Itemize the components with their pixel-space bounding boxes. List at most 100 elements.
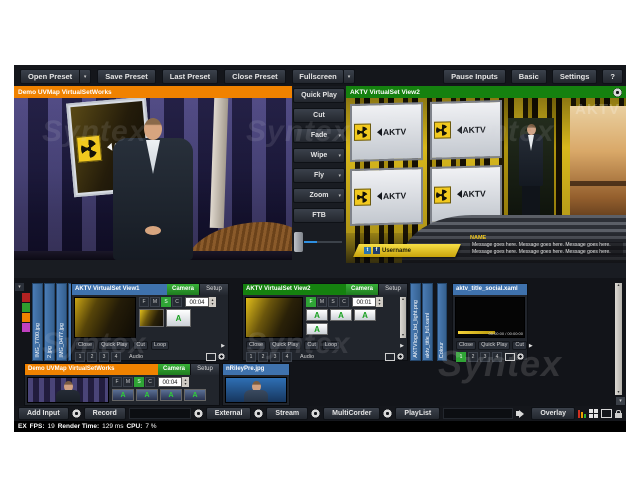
collapsed-input[interactable]: aktv_title_full.xaml xyxy=(422,283,433,361)
input-preview-thumbnail[interactable] xyxy=(74,297,136,338)
help-button[interactable]: ? xyxy=(602,69,623,84)
fullscreen-dropdown-icon[interactable]: ▾ xyxy=(344,69,355,84)
position-field[interactable]: 00:04 ▴▾ xyxy=(158,377,189,387)
basic-button[interactable]: Basic xyxy=(511,69,547,84)
overlay-2-button[interactable]: 2 xyxy=(258,352,268,362)
f-button[interactable]: F xyxy=(112,377,122,387)
last-preset-button[interactable]: Last Preset xyxy=(162,69,218,84)
multiview-grid-icon[interactable] xyxy=(589,409,598,418)
speaker-icon[interactable] xyxy=(516,410,528,418)
record-gear-icon[interactable] xyxy=(194,409,203,418)
expand-arrow-icon[interactable]: ▶ xyxy=(529,343,533,349)
m-button[interactable]: M xyxy=(123,377,133,387)
set-slot-thumbnail[interactable]: A xyxy=(306,309,328,321)
set-slot-thumbnail[interactable]: A xyxy=(166,309,191,327)
set-slot-thumbnail[interactable]: A xyxy=(354,309,376,321)
overlay-1-button[interactable]: 1 xyxy=(75,352,85,362)
ftb-button[interactable]: FTB xyxy=(293,208,345,223)
input-preview-thumbnail[interactable] xyxy=(245,297,303,338)
collapsed-input[interactable]: IMG_0477.jpg xyxy=(56,283,67,361)
input-title[interactable]: AKTV VirtualSet View2 xyxy=(243,284,346,295)
preview-title-bar[interactable]: Demo UVMap VirtualSetWorks xyxy=(14,86,292,98)
fullscreen-button[interactable]: Fullscreen xyxy=(292,69,344,84)
swatch-green[interactable] xyxy=(22,303,30,312)
cut-button[interactable]: Cut xyxy=(133,341,148,350)
cut-button[interactable]: Cut xyxy=(304,341,319,350)
fullscreen-monitor-icon[interactable] xyxy=(206,353,216,361)
record-button[interactable]: Record xyxy=(84,407,126,420)
overlay-3-button[interactable]: 3 xyxy=(99,352,109,362)
stream-gear-icon[interactable] xyxy=(311,409,320,418)
set-slot-thumbnail[interactable]: A xyxy=(330,309,352,321)
pause-inputs-button[interactable]: Pause Inputs xyxy=(443,69,506,84)
cut-button[interactable]: Cut xyxy=(293,108,345,123)
collapsed-input[interactable]: IMG_7700.jpg xyxy=(32,283,43,361)
quick-play-button[interactable]: Quick Play xyxy=(293,88,345,103)
overlay-1-button[interactable]: 1 xyxy=(246,352,256,362)
zoom-button[interactable]: Zoom▾ xyxy=(293,188,345,203)
multicorder-button[interactable]: MultiCorder xyxy=(323,407,380,420)
close-preset-button[interactable]: Close Preset xyxy=(224,69,285,84)
program-settings-gear-icon[interactable] xyxy=(613,88,622,97)
position-spinner[interactable]: ▴▾ xyxy=(182,377,189,387)
input-title[interactable]: nRileyPre.jpg xyxy=(223,364,289,375)
input-title[interactable]: Demo UVMap VirtualSetWorks xyxy=(25,364,158,375)
setup-button[interactable]: Setup xyxy=(199,284,228,295)
audio-button[interactable]: Audio xyxy=(129,354,143,360)
f-button-active[interactable]: F xyxy=(306,297,316,307)
overlay-1-button-active[interactable]: 1 xyxy=(456,352,466,362)
set-slot-thumbnail[interactable] xyxy=(139,309,164,327)
collapsed-input[interactable]: AKTVlogo_bd_light.png xyxy=(410,283,421,361)
loop-button[interactable]: Loop xyxy=(322,341,340,350)
fullscreen-monitor-icon[interactable] xyxy=(385,353,395,361)
input-preview-thumbnail[interactable]: 00:00:00 / 00:00:00 xyxy=(455,297,525,338)
input-preview-thumbnail[interactable] xyxy=(27,377,109,403)
m-button[interactable]: M xyxy=(317,297,327,307)
audio-button[interactable]: Audio xyxy=(300,354,314,360)
set-slot-thumbnail[interactable]: A xyxy=(112,389,134,401)
wipe-button[interactable]: Wipe▾ xyxy=(293,148,345,163)
settings-button[interactable]: Settings xyxy=(552,69,598,84)
camera-button[interactable]: Camera xyxy=(167,284,199,295)
overlay-4-button[interactable]: 4 xyxy=(282,352,292,362)
quick-play-button[interactable]: Quick Play xyxy=(478,341,510,350)
quick-play-button[interactable]: Quick Play xyxy=(98,341,130,350)
close-button[interactable]: Close xyxy=(246,341,266,350)
fullscreen-output-icon[interactable] xyxy=(601,409,612,418)
fade-dropdown-icon[interactable]: ▾ xyxy=(338,133,341,139)
quick-play-button[interactable]: Quick Play xyxy=(269,341,301,350)
c-button[interactable]: C xyxy=(172,297,182,307)
add-input-gear-icon[interactable] xyxy=(72,409,81,418)
s-button-active[interactable]: S xyxy=(161,297,171,307)
audio-mute-icon[interactable] xyxy=(218,353,225,360)
zoom-dropdown-icon[interactable]: ▾ xyxy=(338,193,341,199)
position-field[interactable]: 00:01 ▴▾ xyxy=(352,297,383,307)
expand-arrow-icon[interactable]: ▶ xyxy=(400,343,404,349)
overlay-3-button[interactable]: 3 xyxy=(270,352,280,362)
setup-button[interactable]: Setup xyxy=(378,284,407,295)
camera-button[interactable]: Camera xyxy=(158,364,190,375)
swatch-orange[interactable] xyxy=(22,313,30,322)
overlay-2-button[interactable]: 2 xyxy=(87,352,97,362)
overlay-3-button[interactable]: 3 xyxy=(480,352,490,362)
swatch-purple[interactable] xyxy=(22,323,30,332)
fly-dropdown-icon[interactable]: ▾ xyxy=(338,173,341,179)
expand-arrow-icon[interactable]: ▶ xyxy=(221,343,225,349)
category-dropdown-icon[interactable]: ▾ xyxy=(15,283,24,291)
setup-button[interactable]: Setup xyxy=(190,364,219,375)
multicorder-gear-icon[interactable] xyxy=(383,409,392,418)
add-input-button[interactable]: Add Input xyxy=(18,407,69,420)
overlay-button[interactable]: Overlay xyxy=(531,407,575,420)
open-preset-button[interactable]: Open Preset xyxy=(20,69,80,84)
c-button[interactable]: C xyxy=(339,297,349,307)
c-button[interactable]: C xyxy=(145,377,155,387)
input-title[interactable]: aktv_title_social.xaml xyxy=(453,284,527,295)
audio-meter-icon[interactable] xyxy=(578,409,586,418)
set-slot-thumbnail[interactable]: A xyxy=(136,389,158,401)
s-button-active[interactable]: S xyxy=(134,377,144,387)
position-field[interactable]: 00:04 ▴▾ xyxy=(185,297,216,307)
collapsed-input[interactable]: Colour xyxy=(437,283,447,361)
swatch-red[interactable] xyxy=(22,293,30,302)
set-slot-thumbnail[interactable]: A xyxy=(160,389,182,401)
fade-button[interactable]: Fade▾ xyxy=(293,128,345,143)
